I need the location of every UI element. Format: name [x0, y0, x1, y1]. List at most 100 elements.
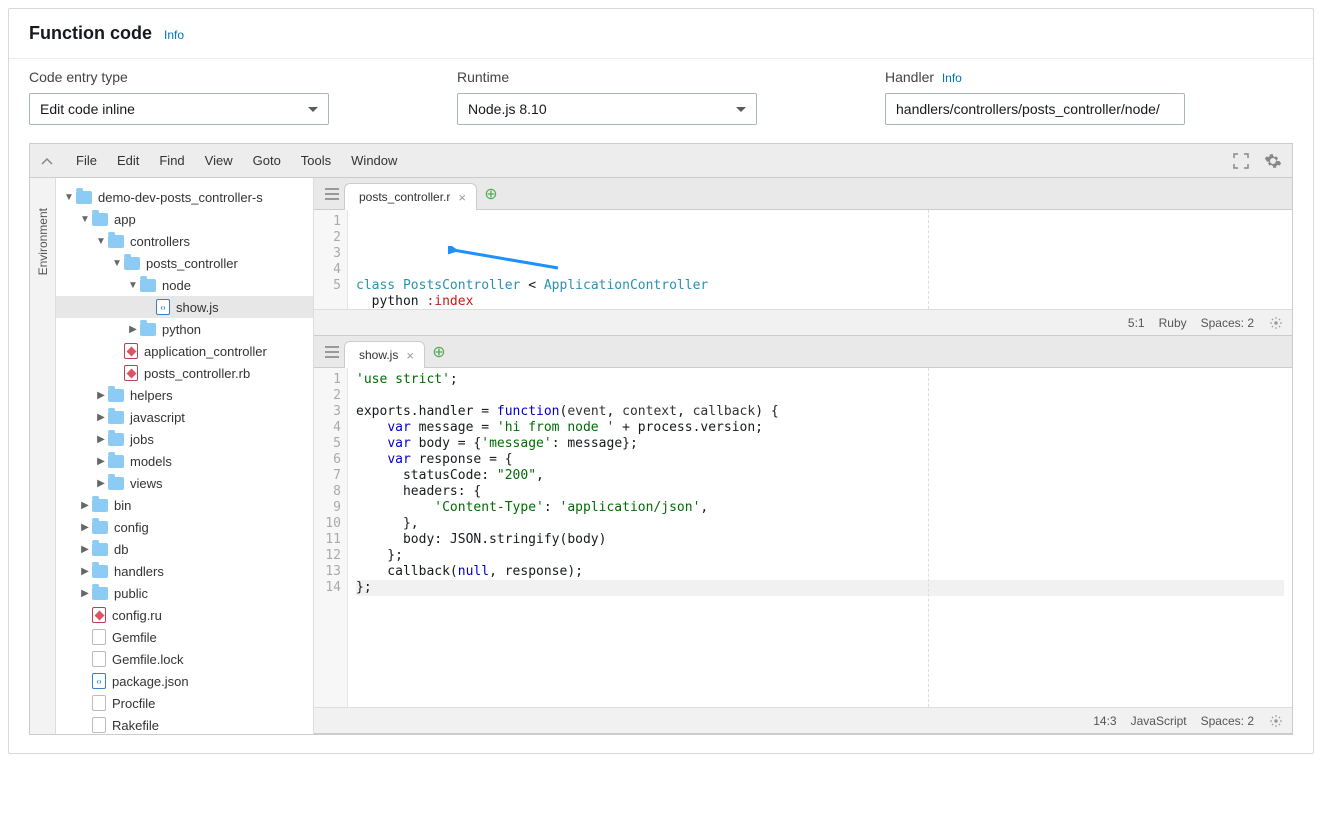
js-icon: ‹›: [92, 673, 106, 689]
menu-view[interactable]: View: [195, 149, 243, 172]
folder-icon: [108, 411, 124, 424]
tree-label: config: [114, 520, 149, 535]
ruby-icon: [124, 365, 138, 381]
menu-goto[interactable]: Goto: [243, 149, 291, 172]
lang-mode[interactable]: JavaScript: [1131, 714, 1187, 728]
tree-label: posts_controller.rb: [144, 366, 250, 381]
code-editor[interactable]: 'use strict'; exports.handler = function…: [348, 368, 1292, 707]
runtime-select[interactable]: Node.js 8.10: [457, 93, 757, 125]
folder-icon: [92, 587, 108, 600]
tree-label: Procfile: [112, 696, 155, 711]
tree-file-application-controller[interactable]: application_controller: [56, 340, 313, 362]
tab-add-icon[interactable]: ⊕: [429, 336, 449, 367]
indent-mode[interactable]: Spaces: 2: [1201, 316, 1254, 330]
tabbar-menu-icon[interactable]: [320, 336, 344, 367]
folder-icon: [92, 543, 108, 556]
handler-label: Handler Info: [885, 69, 1293, 85]
annotation-arrow: [448, 246, 568, 276]
runtime-label: Runtime: [457, 69, 865, 85]
lang-mode[interactable]: Ruby: [1159, 316, 1187, 330]
side-rail-environment[interactable]: Environment: [36, 208, 50, 275]
handler-input[interactable]: handlers/controllers/posts_controller/no…: [885, 93, 1185, 125]
tabbar-menu-icon[interactable]: [320, 178, 344, 209]
gear-icon[interactable]: [1268, 713, 1284, 729]
tree-folder-jobs[interactable]: ▶jobs: [56, 428, 313, 450]
collapse-icon[interactable]: [38, 152, 56, 170]
tree-label: application_controller: [144, 344, 267, 359]
tree-folder-controllers[interactable]: ▼controllers: [56, 230, 313, 252]
folder-icon: [76, 191, 92, 204]
tree-folder-app[interactable]: ▼app: [56, 208, 313, 230]
tree-folder-javascript[interactable]: ▶javascript: [56, 406, 313, 428]
menu-find[interactable]: Find: [149, 149, 194, 172]
tree-label: Gemfile.lock: [112, 652, 184, 667]
tree-label: config.ru: [112, 608, 162, 623]
tree-folder-handlers[interactable]: ▶handlers: [56, 560, 313, 582]
indent-mode[interactable]: Spaces: 2: [1201, 714, 1254, 728]
tree-label: controllers: [130, 234, 190, 249]
tree-file-gemfile[interactable]: Gemfile: [56, 626, 313, 648]
close-icon[interactable]: ×: [458, 190, 466, 205]
folder-icon: [108, 433, 124, 446]
folder-icon: [124, 257, 140, 270]
statusbar-1: 5:1 Ruby Spaces: 2: [314, 309, 1292, 335]
ide-menubar: FileEditFindViewGotoToolsWindow: [30, 144, 1292, 178]
tab-add-icon[interactable]: ⊕: [481, 178, 501, 209]
gear-icon[interactable]: [1268, 315, 1284, 331]
menu-window[interactable]: Window: [341, 149, 407, 172]
file-icon: [92, 651, 106, 667]
tree-folder-helpers[interactable]: ▶helpers: [56, 384, 313, 406]
entry-type-label: Code entry type: [29, 69, 437, 85]
tree-file-gemfile-lock[interactable]: Gemfile.lock: [56, 648, 313, 670]
tab-posts-controller[interactable]: posts_controller.r×: [344, 183, 477, 210]
tree-label: app: [114, 212, 136, 227]
menu-edit[interactable]: Edit: [107, 149, 149, 172]
tree-file-show-js[interactable]: ‹›show.js: [56, 296, 313, 318]
tree-label: public: [114, 586, 148, 601]
tree-label: posts_controller: [146, 256, 238, 271]
tree-file-posts-controller-rb[interactable]: posts_controller.rb: [56, 362, 313, 384]
tree-folder-node[interactable]: ▼node: [56, 274, 313, 296]
tree-folder-views[interactable]: ▶views: [56, 472, 313, 494]
tree-folder-config[interactable]: ▶config: [56, 516, 313, 538]
gear-icon[interactable]: [1262, 150, 1284, 172]
tree-label: bin: [114, 498, 131, 513]
tree-file-config-ru[interactable]: config.ru: [56, 604, 313, 626]
tree-folder-python[interactable]: ▶python: [56, 318, 313, 340]
tree-file-rakefile[interactable]: Rakefile: [56, 714, 313, 734]
gutter: 12345: [314, 210, 348, 309]
editor-pane-2: show.js× ⊕ 1234567891011121314 'use stri…: [314, 336, 1292, 734]
cursor-pos: 5:1: [1128, 316, 1145, 330]
tree-label: node: [162, 278, 191, 293]
tab-show-js[interactable]: show.js×: [344, 341, 425, 368]
tree-file-package-json[interactable]: ‹› package.json: [56, 670, 313, 692]
fullscreen-icon[interactable]: [1230, 150, 1252, 172]
tree-label: helpers: [130, 388, 173, 403]
menu-tools[interactable]: Tools: [291, 149, 341, 172]
gutter: 1234567891011121314: [314, 368, 348, 707]
tree-folder-models[interactable]: ▶models: [56, 450, 313, 472]
info-link[interactable]: Info: [164, 28, 184, 42]
handler-info-link[interactable]: Info: [942, 71, 962, 85]
folder-icon: [140, 279, 156, 292]
code-editor[interactable]: class PostsController < ApplicationContr…: [348, 210, 1292, 309]
tree-label: models: [130, 454, 172, 469]
tree-folder-posts-controller[interactable]: ▼posts_controller: [56, 252, 313, 274]
tree-label: package.json: [112, 674, 189, 689]
file-tree[interactable]: ▼demo-dev-posts_controller-s▼app▼control…: [56, 178, 314, 734]
tree-file-procfile[interactable]: Procfile: [56, 692, 313, 714]
folder-icon: [108, 389, 124, 402]
tree-folder-demo-dev-posts-controller-s[interactable]: ▼demo-dev-posts_controller-s: [56, 186, 313, 208]
menu-file[interactable]: File: [66, 149, 107, 172]
function-code-panel: Function code Info Code entry type Edit …: [8, 8, 1314, 754]
close-icon[interactable]: ×: [406, 348, 414, 363]
tree-label: show.js: [176, 300, 219, 315]
tree-folder-bin[interactable]: ▶bin: [56, 494, 313, 516]
folder-icon: [92, 565, 108, 578]
entry-type-select[interactable]: Edit code inline: [29, 93, 329, 125]
tree-folder-db[interactable]: ▶db: [56, 538, 313, 560]
ruby-icon: [124, 343, 138, 359]
folder-icon: [92, 521, 108, 534]
tree-folder-public[interactable]: ▶public: [56, 582, 313, 604]
tree-label: demo-dev-posts_controller-s: [98, 190, 263, 205]
